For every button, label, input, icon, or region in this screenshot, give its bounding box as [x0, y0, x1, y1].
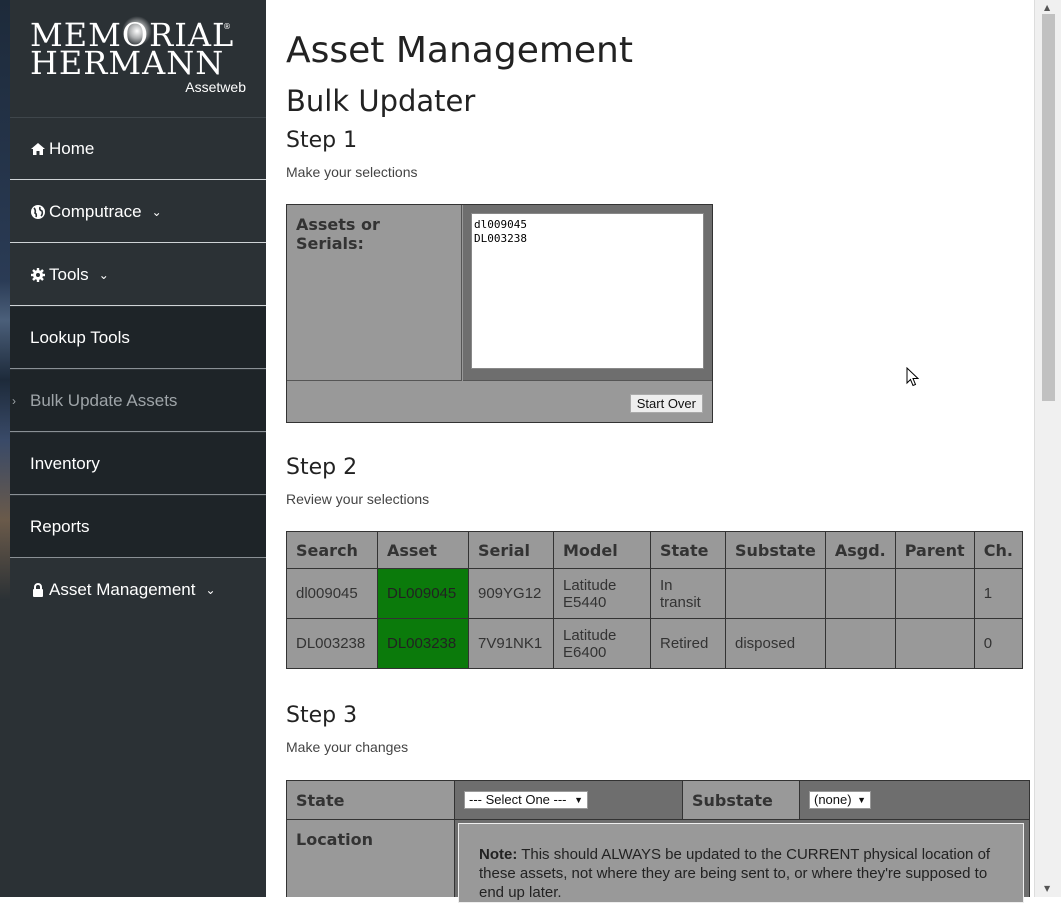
step2-hint: Review your selections [286, 491, 430, 507]
brand-logo[interactable]: MEMORIAL HERMANN ® Assetweb [10, 0, 266, 118]
substate-select-value: (none) [814, 792, 852, 807]
step1-heading: Step 1 [286, 128, 358, 153]
active-indicator-icon: › [12, 394, 16, 408]
chevron-down-icon: ⌄ [151, 204, 162, 219]
column-header-asset: Asset [377, 531, 469, 569]
sidebar-item-computrace[interactable]: Computrace ⌄ [10, 181, 266, 243]
sidebar-item-home[interactable]: Home [10, 118, 266, 180]
table-header-row: Search Asset Serial Model State Substate… [286, 531, 1023, 569]
page-title: Asset Management [286, 30, 633, 71]
page-subtitle: Bulk Updater [286, 84, 476, 118]
background-image-strip [0, 0, 10, 897]
sidebar-item-label: Computrace [49, 201, 142, 221]
chevron-down-icon: ⌄ [98, 267, 109, 282]
cell-children: 0 [973, 618, 1023, 669]
column-header-parent: Parent [894, 531, 975, 569]
mouse-cursor-icon [906, 367, 920, 387]
note-text: This should ALWAYS be updated to the CUR… [479, 846, 991, 901]
scroll-up-arrow-icon[interactable]: ▲ [1044, 3, 1050, 12]
column-header-model: Model [553, 531, 651, 569]
cell-serial: 7V91NK1 [468, 618, 554, 669]
column-header-substate: Substate [725, 531, 826, 569]
assets-or-serials-label: Assets or Serials: [287, 205, 462, 381]
note-label: Note: [479, 846, 518, 863]
gear-icon [30, 267, 46, 283]
cell-model: Latitude E6400 [553, 618, 651, 669]
state-row: State --- Select One --- ▼ Substate (non… [286, 780, 1030, 820]
cell-state: In transit [650, 568, 726, 619]
column-header-assigned: Asgd. [824, 531, 896, 569]
column-header-children: Ch. [973, 531, 1023, 569]
sidebar-item-bulk-update-assets[interactable]: › Bulk Update Assets [10, 370, 266, 432]
state-select-cell: --- Select One --- ▼ [455, 781, 683, 819]
step3-hint: Make your changes [286, 739, 409, 755]
cell-children: 1 [973, 568, 1023, 619]
sidebar-item-label: Inventory [30, 453, 100, 473]
sidebar-item-label: Tools [49, 264, 89, 284]
cell-asset[interactable]: DL003238 [377, 618, 469, 669]
cell-parent [894, 618, 975, 669]
column-header-state: State [650, 531, 726, 569]
substate-select-cell: (none) ▼ [800, 781, 1029, 819]
lock-icon [30, 582, 46, 598]
review-table: Search Asset Serial Model State Substate… [286, 531, 1023, 669]
dropdown-arrow-icon: ▼ [857, 795, 866, 805]
state-select-value: --- Select One --- [469, 792, 567, 807]
cell-serial: 909YG12 [468, 568, 554, 619]
cell-substate: disposed [725, 618, 826, 669]
step3-heading: Step 3 [286, 703, 358, 728]
substate-select[interactable]: (none) ▼ [809, 791, 871, 809]
assets-or-serials-input[interactable] [471, 213, 704, 369]
location-row: Location Note: This should ALWAYS be upd… [286, 820, 1030, 903]
sidebar-item-label: Lookup Tools [30, 327, 130, 347]
start-over-button[interactable]: Start Over [629, 394, 703, 413]
sidebar-item-label: Asset Management [49, 580, 196, 599]
sidebar-item-label: Reports [30, 516, 90, 536]
scrollbar-thumb[interactable] [1042, 14, 1055, 401]
sidebar-item-lookup-tools[interactable]: Lookup Tools [10, 307, 266, 369]
sidebar-item-asset-management[interactable]: Asset Management ⌄ [10, 559, 266, 621]
location-label: Location [287, 820, 455, 897]
cell-assigned [824, 568, 896, 619]
table-row: DL003238 DL003238 7V91NK1 Latitude E6400… [286, 618, 1023, 669]
sidebar-item-label: Bulk Update Assets [30, 390, 178, 410]
cell-parent [894, 568, 975, 619]
column-header-search: Search [286, 531, 378, 569]
step1-hint: Make your selections [286, 164, 418, 180]
cell-model: Latitude E5440 [553, 568, 651, 619]
substate-label: Substate [683, 781, 800, 819]
chevron-down-icon: ⌄ [205, 583, 216, 597]
dropdown-arrow-icon: ▼ [574, 795, 583, 805]
location-note: Note: This should ALWAYS be updated to t… [458, 823, 1024, 903]
step2-heading: Step 2 [286, 455, 358, 480]
cell-asset[interactable]: DL009045 [377, 568, 469, 619]
sidebar-item-inventory[interactable]: Inventory [10, 433, 266, 495]
scroll-down-arrow-icon[interactable]: ▼ [1044, 884, 1050, 893]
step1-panel: Assets or Serials: Start Over [286, 204, 713, 423]
registered-mark: ® [223, 22, 231, 31]
sidebar-item-label: Home [49, 138, 95, 158]
globe-icon [30, 204, 46, 220]
cell-search: DL003238 [286, 618, 378, 669]
column-header-serial: Serial [468, 531, 554, 569]
table-row: dl009045 DL009045 909YG12 Latitude E5440… [286, 568, 1023, 619]
cell-state: Retired [650, 618, 726, 669]
logo-subtitle: Assetweb [185, 79, 246, 95]
textarea-cell [463, 205, 712, 381]
cell-assigned [824, 618, 896, 669]
sidebar-item-tools[interactable]: Tools ⌄ [10, 244, 266, 306]
cell-substate [725, 568, 826, 619]
cell-search: dl009045 [286, 568, 378, 619]
sidebar-item-reports[interactable]: Reports [10, 496, 266, 558]
location-cell: Note: This should ALWAYS be updated to t… [455, 820, 1029, 903]
logo-line2: HERMANN [30, 44, 225, 82]
vertical-scrollbar[interactable]: ▲ ▼ [1034, 0, 1061, 897]
state-label: State [287, 781, 455, 819]
state-select[interactable]: --- Select One --- ▼ [464, 791, 588, 809]
home-icon [30, 141, 46, 157]
